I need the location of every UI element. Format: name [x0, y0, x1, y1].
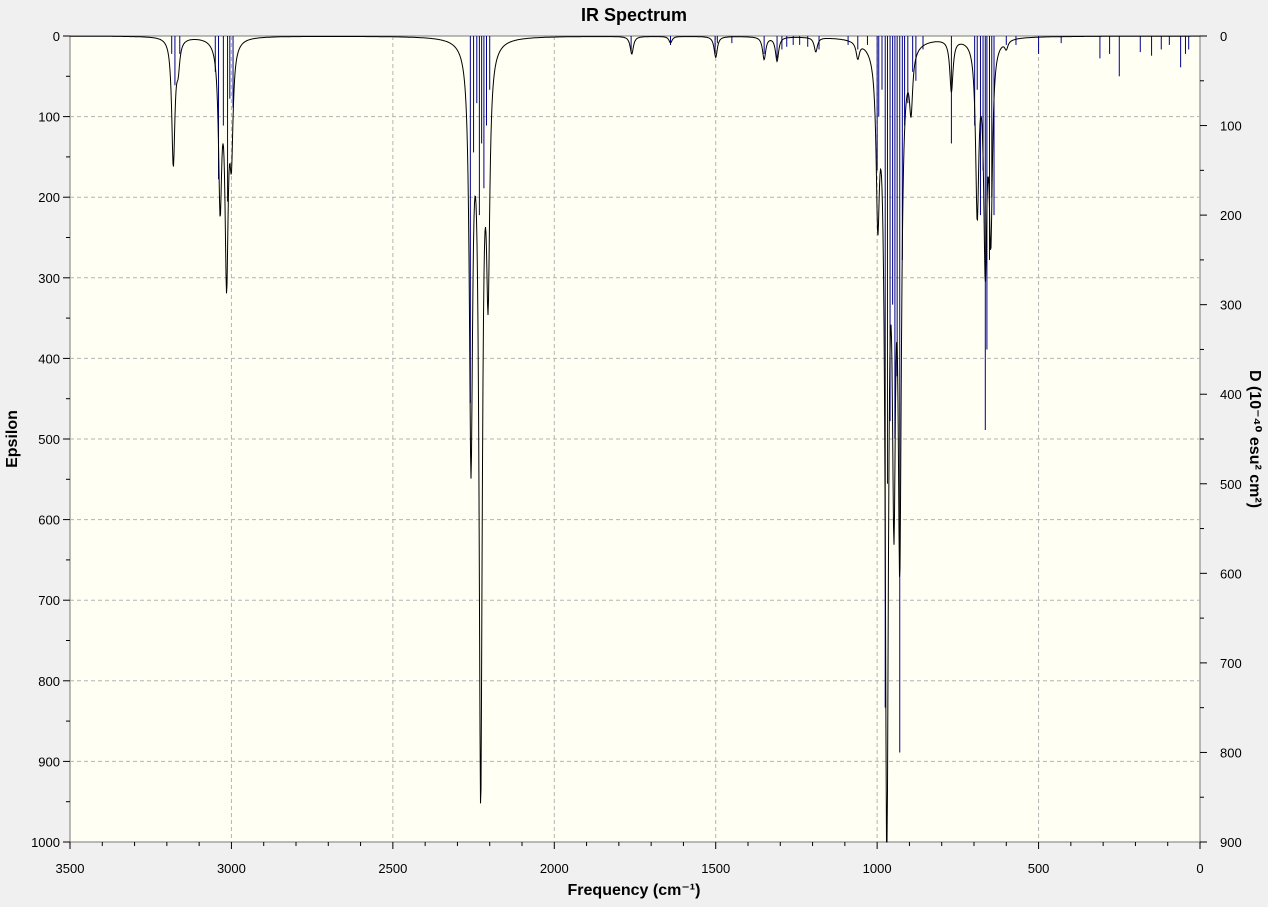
chart-title: IR Spectrum	[581, 5, 687, 25]
x-tick-label: 1000	[863, 861, 892, 876]
y-left-tick-label: 800	[38, 674, 60, 689]
y-right-tick-label: 600	[1220, 566, 1242, 581]
y-right-tick-label: 800	[1220, 745, 1242, 760]
y-left-tick-label: 400	[38, 351, 60, 366]
y-right-tick-label: 100	[1220, 119, 1242, 134]
y-right-tick-label: 500	[1220, 477, 1242, 492]
y-axis-label-left: Epsilon	[4, 410, 21, 468]
y-left-tick-label: 300	[38, 271, 60, 286]
y-right-tick-label: 700	[1220, 656, 1242, 671]
y-right-tick-label: 300	[1220, 298, 1242, 313]
x-tick-label: 0	[1196, 861, 1203, 876]
y-left-tick-label: 1000	[31, 835, 60, 850]
y-left-tick-label: 600	[38, 513, 60, 528]
x-axis-label: Frequency (cm⁻¹)	[568, 882, 701, 899]
y-right-tick-label: 900	[1220, 835, 1242, 850]
y-axis-label-right: D (10⁻⁴⁰ esu² cm²)	[1246, 370, 1263, 508]
y-right-tick-label: 200	[1220, 208, 1242, 223]
x-tick-label: 3500	[56, 861, 85, 876]
x-tick-label: 1500	[701, 861, 730, 876]
y-right-tick-label: 0	[1220, 29, 1227, 44]
y-left-tick-label: 900	[38, 754, 60, 769]
x-tick-label: 2500	[378, 861, 407, 876]
x-tick-label: 3000	[217, 861, 246, 876]
y-left-tick-label: 500	[38, 432, 60, 447]
ir-spectrum-chart: 3500 3000 2500 2000 1500 1000 500 0 0 100 200 300 40…	[0, 0, 1268, 902]
y-left-tick-label: 100	[38, 110, 60, 125]
x-tick-label: 2000	[540, 861, 569, 876]
x-tick-label: 500	[1028, 861, 1050, 876]
y-left-tick-label: 700	[38, 593, 60, 608]
chart-svg: 3500 3000 2500 2000 1500 1000 500 0010020030040…	[0, 0, 1268, 902]
y-left-tick-label: 200	[38, 190, 60, 205]
y-right-tick-label: 400	[1220, 387, 1242, 402]
y-left-tick-label: 0	[53, 29, 60, 44]
